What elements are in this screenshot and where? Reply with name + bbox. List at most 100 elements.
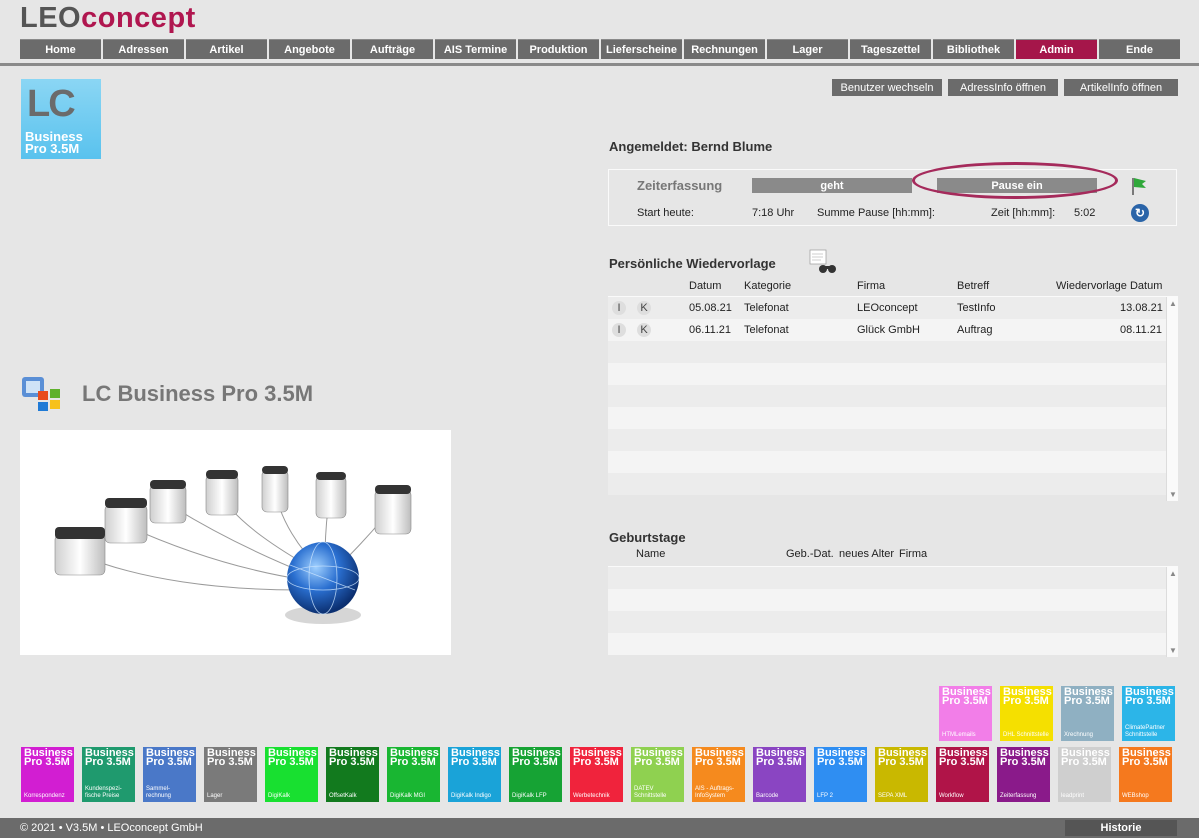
nav-divider <box>0 63 1199 66</box>
mac-windows-icon <box>20 375 64 413</box>
goes-button[interactable]: geht <box>752 178 912 193</box>
module-tile[interactable]: Business Pro 3.5M leadprint <box>1058 747 1111 802</box>
module-tile[interactable]: Business Pro 3.5M DHL Schnittstelle <box>1000 686 1053 741</box>
history-button[interactable]: Historie <box>1065 820 1177 836</box>
col-kategorie[interactable]: Kategorie <box>744 280 791 292</box>
tile-title: Business Pro 3.5M <box>1125 687 1174 707</box>
tile-title-line2: Pro 3.5M <box>1000 756 1046 768</box>
module-tile[interactable]: Business Pro 3.5M Sammel- rechnung <box>143 747 196 802</box>
table-row[interactable]: I K 05.08.21 Telefonat LEOconcept TestIn… <box>608 297 1178 319</box>
tile-title-line2: Pro 3.5M <box>85 756 131 768</box>
module-tile[interactable]: Business Pro 3.5M Kundenspezi- fische Prei… <box>82 747 135 802</box>
open-address-info-button[interactable]: AdressInfo öffnen <box>948 79 1058 96</box>
scroll-up-icon[interactable]: ▲ <box>1169 299 1177 308</box>
module-tile[interactable]: Business Pro 3.5M Barcode <box>753 747 806 802</box>
info-icon[interactable]: I <box>612 301 626 315</box>
tile-title-line2: Pro 3.5M <box>817 756 863 768</box>
top-actions: Benutzer wechseln AdressInfo öffnen Arti… <box>832 79 1178 96</box>
start-today-value: 7:18 Uhr <box>752 207 795 219</box>
nav-produktion[interactable]: Produktion <box>518 39 599 59</box>
tile-label: Kundenspezi- fische Preise <box>85 786 122 799</box>
nav-auftraege[interactable]: Aufträge <box>352 39 433 59</box>
table-row <box>608 429 1178 451</box>
module-tile[interactable]: Business Pro 3.5M Korrespondenz <box>21 747 74 802</box>
tile-title: Business Pro 3.5M <box>390 748 439 768</box>
tile-title-line2: Pro 3.5M <box>451 756 497 768</box>
col-wv-datum[interactable]: Wiedervorlage Datum <box>1056 280 1162 292</box>
module-tile[interactable]: Business Pro 3.5M Werbetechnik <box>570 747 623 802</box>
nav-lieferscheine[interactable]: Lieferscheine <box>601 39 682 59</box>
table-row <box>608 407 1178 429</box>
module-tile[interactable]: Business Pro 3.5M DigiKalk Indigo <box>448 747 501 802</box>
switch-user-button[interactable]: Benutzer wechseln <box>832 79 942 96</box>
birthdays-scrollbar[interactable]: ▲ ▼ <box>1166 567 1178 657</box>
info-icon[interactable]: I <box>612 323 626 337</box>
nav-tageszettel[interactable]: Tageszettel <box>850 39 931 59</box>
module-tile[interactable]: Business Pro 3.5M ClimatePartner Schnittst… <box>1122 686 1175 741</box>
followup-scrollbar[interactable]: ▲ ▼ <box>1166 297 1178 501</box>
green-flag-icon[interactable] <box>1130 176 1148 199</box>
app-icon: LC Business Pro 3.5M <box>21 79 101 159</box>
scroll-up-icon[interactable]: ▲ <box>1169 569 1177 578</box>
tile-title-line2: Pro 3.5M <box>1122 756 1168 768</box>
app-icon-lc: LC <box>27 83 76 125</box>
binoculars-icon[interactable] <box>808 249 838 275</box>
nav-angebote[interactable]: Angebote <box>269 39 350 59</box>
module-tile[interactable]: Business Pro 3.5M AIS - Auftrags- InfoSyst… <box>692 747 745 802</box>
module-tile[interactable]: Business Pro 3.5M Zeiterfassung <box>997 747 1050 802</box>
module-tile[interactable]: Business Pro 3.5M HTMLemails <box>939 686 992 741</box>
module-tile[interactable]: Business Pro 3.5M LFP 2 <box>814 747 867 802</box>
nav-home[interactable]: Home <box>20 39 101 59</box>
row-firma: Glück GmbH <box>857 324 920 336</box>
col-firma[interactable]: Firma <box>857 280 885 292</box>
tile-label: DigiKalk MGI <box>390 793 426 799</box>
nav-adressen[interactable]: Adressen <box>103 39 184 59</box>
tile-label: Xrechnung <box>1064 732 1094 738</box>
followup-title: Persönliche Wiedervorlage <box>609 256 776 271</box>
scroll-down-icon[interactable]: ▼ <box>1169 646 1177 655</box>
refresh-icon[interactable]: ↻ <box>1131 204 1149 222</box>
nav-lager[interactable]: Lager <box>767 39 848 59</box>
tile-title: Business Pro 3.5M <box>85 748 134 768</box>
contact-icon[interactable]: K <box>637 301 651 315</box>
module-tile[interactable]: Business Pro 3.5M DigiKalk MGI <box>387 747 440 802</box>
tile-title-line2: Pro 3.5M <box>1061 756 1107 768</box>
module-tile[interactable]: Business Pro 3.5M DigiKalk LFP <box>509 747 562 802</box>
module-tile[interactable]: Business Pro 3.5M Xrechnung <box>1061 686 1114 741</box>
leoconcept-logo: LEOconcept <box>20 2 196 35</box>
tile-label: Sammel- rechnung <box>146 786 172 799</box>
tile-label: LFP 2 <box>817 793 833 799</box>
row-betreff: Auftrag <box>957 324 993 336</box>
nav-bibliothek[interactable]: Bibliothek <box>933 39 1014 59</box>
col-neues-alter[interactable]: neues Alter <box>839 548 894 560</box>
nav-rechnungen[interactable]: Rechnungen <box>684 39 765 59</box>
col-name[interactable]: Name <box>636 548 665 560</box>
tile-title: Business Pro 3.5M <box>1003 687 1052 707</box>
table-row <box>608 567 1178 589</box>
tile-title-line2: Pro 3.5M <box>939 756 985 768</box>
nav-admin[interactable]: Admin <box>1016 39 1097 59</box>
col-geb-dat[interactable]: Geb.-Dat. <box>786 548 834 560</box>
nav-ende[interactable]: Ende <box>1099 39 1180 59</box>
module-tile[interactable]: Business Pro 3.5M SEPA XML <box>875 747 928 802</box>
module-tile[interactable]: Business Pro 3.5M OffsetKalk <box>326 747 379 802</box>
col-firma[interactable]: Firma <box>899 548 927 560</box>
nav-ais-termine[interactable]: AIS Termine <box>435 39 516 59</box>
contact-icon[interactable]: K <box>637 323 651 337</box>
open-article-info-button[interactable]: ArtikelInfo öffnen <box>1064 79 1178 96</box>
module-tile[interactable]: Business Pro 3.5M DigiKalk <box>265 747 318 802</box>
table-row[interactable]: I K 06.11.21 Telefonat Glück GmbH Auftra… <box>608 319 1178 341</box>
nav-artikel[interactable]: Artikel <box>186 39 267 59</box>
col-betreff[interactable]: Betreff <box>957 280 989 292</box>
module-tile[interactable]: Business Pro 3.5M Lager <box>204 747 257 802</box>
tile-title: Business Pro 3.5M <box>939 748 988 768</box>
module-tile[interactable]: Business Pro 3.5M DATEV Schnittstelle <box>631 747 684 802</box>
tile-label: Korrespondenz <box>24 793 65 799</box>
tile-label: DigiKalk LFP <box>512 793 547 799</box>
module-tile[interactable]: Business Pro 3.5M WEBshop <box>1119 747 1172 802</box>
tile-title: Business Pro 3.5M <box>573 748 622 768</box>
module-tile[interactable]: Business Pro 3.5M Workflow <box>936 747 989 802</box>
scroll-down-icon[interactable]: ▼ <box>1169 490 1177 499</box>
col-datum[interactable]: Datum <box>689 280 721 292</box>
tile-title-line2: Pro 3.5M <box>942 695 988 707</box>
